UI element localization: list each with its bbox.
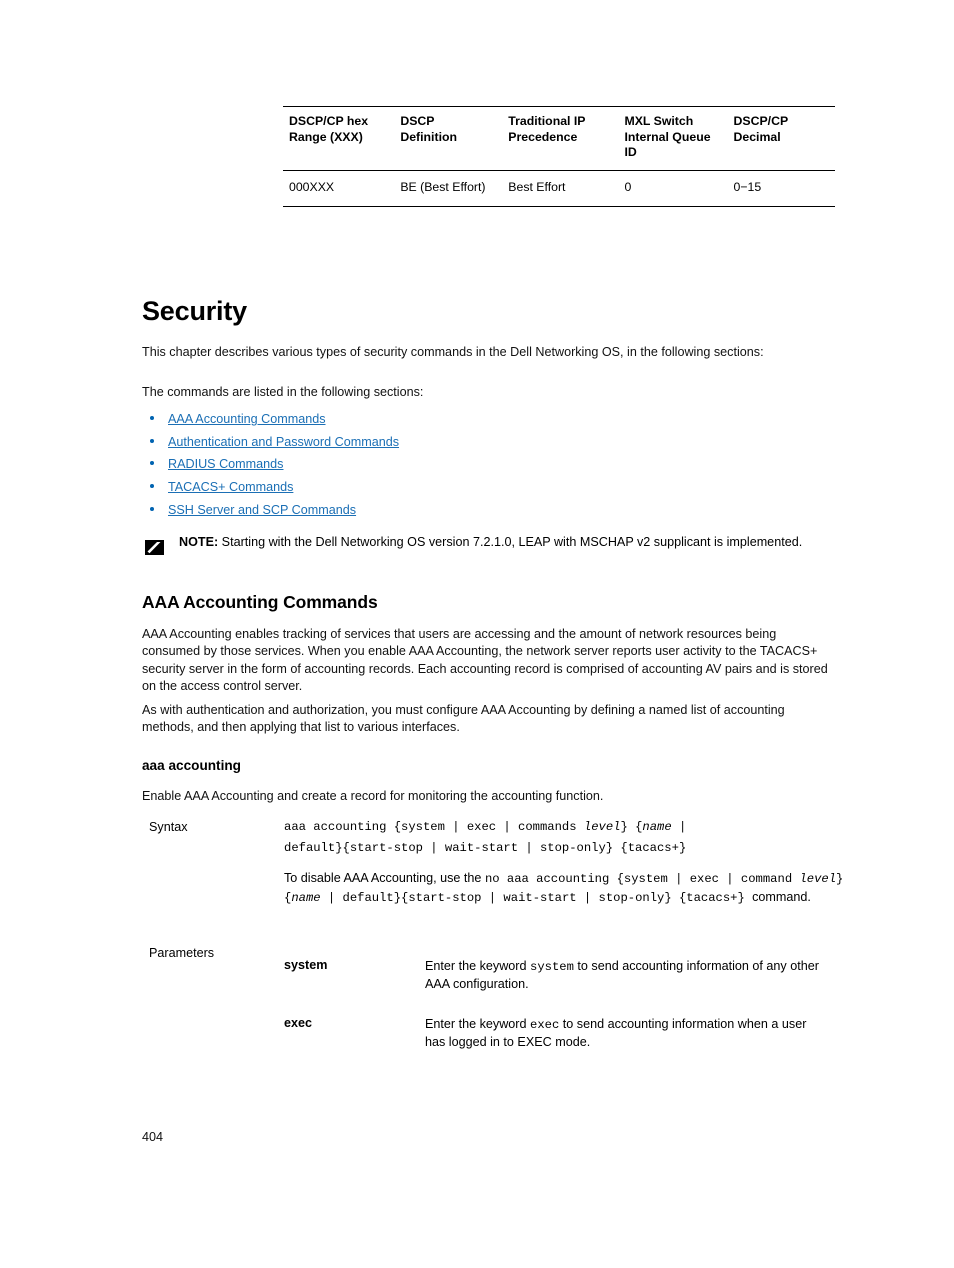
syntax-variable: level <box>583 820 621 834</box>
list-item: Authentication and Password Commands <box>142 435 399 458</box>
parameters-list: system Enter the keyword system to send … <box>142 958 842 1074</box>
link-aaa-accounting-commands[interactable]: AAA Accounting Commands <box>168 412 326 426</box>
link-radius-commands[interactable]: RADIUS Commands <box>168 457 283 471</box>
disable-variable-1: level <box>799 871 837 886</box>
parameter-description: Enter the keyword system to send account… <box>425 958 825 993</box>
parameter-description: Enter the keyword exec to send accountin… <box>425 1016 825 1051</box>
bullet-icon <box>150 506 154 511</box>
parameter-row: exec Enter the keyword exec to send acco… <box>142 1016 842 1056</box>
list-item: TACACS+ Commands <box>142 480 399 503</box>
link-ssh-server-and-scp-commands[interactable]: SSH Server and SCP Commands <box>168 503 356 517</box>
bullet-icon <box>150 461 154 466</box>
syntax-variable: name <box>642 820 672 834</box>
parameter-row: system Enter the keyword system to send … <box>142 958 842 998</box>
page-number: 404 <box>142 1130 164 1144</box>
syntax-code: default}{start-stop | wait-start | stop-… <box>284 841 687 856</box>
table-header-cell: Traditional IP Precedence <box>502 105 619 172</box>
list-item: SSH Server and SCP Commands <box>142 503 399 526</box>
dscp-table: DSCP/CP hex Range (XXX) DSCP Definition … <box>283 105 835 207</box>
note-body: Starting with the Dell Networking OS ver… <box>218 535 803 549</box>
table-header-cell: DSCP Definition <box>394 105 503 172</box>
note-callout: NOTE: Starting with the Dell Networking … <box>142 534 832 555</box>
syntax-disable-paragraph: To disable AAA Accounting, use the no aa… <box>284 869 844 908</box>
section-paragraph-2: As with authentication and authorization… <box>142 703 785 735</box>
table-cell: 000XXX <box>283 170 395 207</box>
parameter-name: system <box>284 958 328 972</box>
disable-variable-2: name <box>291 890 321 905</box>
syntax-line-2: default}{start-stop | wait-start | stop-… <box>284 839 844 857</box>
command-description: Enable AAA Accounting and create a recor… <box>142 789 604 803</box>
syntax-code: } { <box>620 820 643 834</box>
bullet-icon <box>150 484 154 489</box>
table-header-cell: MXL Switch Internal Queue ID <box>618 105 728 172</box>
chapter-listing-intro: The commands are listed in the following… <box>142 385 424 399</box>
syntax-label: Syntax <box>149 820 188 834</box>
bullet-icon <box>150 438 154 443</box>
table-cell: 0−15 <box>727 170 835 207</box>
table-header-row: DSCP/CP hex Range (XXX) DSCP Definition … <box>283 105 835 172</box>
dscp-table-wrapper: DSCP/CP hex Range (XXX) DSCP Definition … <box>283 105 835 207</box>
section-title: AAA Accounting Commands <box>142 592 378 612</box>
section-paragraph-1: AAA Accounting enables tracking of servi… <box>142 627 828 693</box>
table-cell: Best Effort <box>502 170 619 207</box>
syntax-line-1: aaa accounting {system | exec | commands… <box>284 818 844 836</box>
table-header-cell: DSCP/CP Decimal <box>727 105 835 172</box>
link-authentication-and-password-commands[interactable]: Authentication and Password Commands <box>168 435 399 449</box>
disable-code-3: | default}{start-stop | wait-start | sto… <box>320 890 753 905</box>
bullet-icon <box>150 416 154 420</box>
section-link-list: AAA Accounting Commands Authentication a… <box>142 412 399 525</box>
list-item: AAA Accounting Commands <box>142 412 399 435</box>
param-desc-code: exec <box>530 1018 560 1032</box>
syntax-code: aaa accounting {system | exec | commands <box>284 820 584 834</box>
parameter-name: exec <box>284 1016 313 1030</box>
chapter-intro-paragraph: This chapter describes various types of … <box>142 345 764 359</box>
table-cell: 0 <box>618 170 728 207</box>
document-page: DSCP/CP hex Range (XXX) DSCP Definition … <box>0 0 954 1268</box>
param-desc-pre: Enter the keyword <box>425 959 530 973</box>
param-desc-pre: Enter the keyword <box>425 1017 530 1031</box>
note-text: NOTE: Starting with the Dell Networking … <box>179 534 832 551</box>
disable-text-post: command. <box>752 889 811 904</box>
table-header-cell: DSCP/CP hex Range (XXX) <box>283 105 395 172</box>
syntax-block: aaa accounting {system | exec | commands… <box>284 818 844 907</box>
page-title: Security <box>142 296 247 326</box>
link-tacacs-commands[interactable]: TACACS+ Commands <box>168 480 293 494</box>
note-pencil-icon <box>145 540 164 555</box>
disable-text-pre: To disable AAA Accounting, use the <box>284 870 485 885</box>
syntax-code: | <box>671 820 687 834</box>
param-desc-code: system <box>530 960 574 974</box>
command-name-heading: aaa accounting <box>142 758 241 773</box>
list-item: RADIUS Commands <box>142 457 399 480</box>
table-row: 000XXX BE (Best Effort) Best Effort 0 0−… <box>283 170 835 207</box>
table-cell: BE (Best Effort) <box>394 170 503 207</box>
note-label: NOTE: <box>179 535 219 549</box>
disable-code-1: no aaa accounting {system | exec | comma… <box>484 871 800 886</box>
